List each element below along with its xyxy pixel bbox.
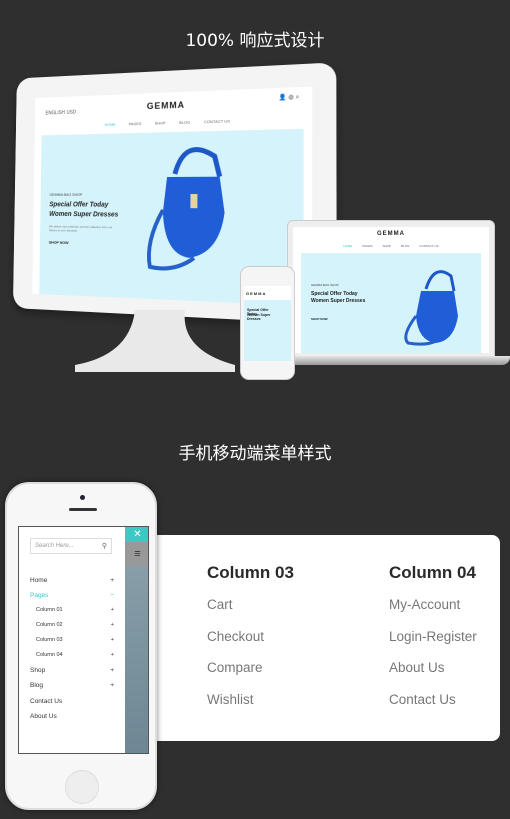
hero-tag: GEMMA BAG SHOP bbox=[49, 192, 83, 197]
mega-menu-card: Column 03 Cart Checkout Compare Wishlist… bbox=[150, 535, 500, 741]
logo: GEMMA bbox=[377, 231, 405, 237]
small-phone-mockup: GEMMA Special Offer Today Women Super Dr… bbox=[240, 266, 295, 380]
camera bbox=[80, 495, 85, 500]
hero-title-2: Women Super Dresses bbox=[311, 298, 366, 304]
nav-contact[interactable]: CONTACT US bbox=[204, 118, 230, 124]
menu-item-column-03[interactable]: Column 03 + bbox=[36, 637, 114, 643]
nav-pages[interactable]: PAGES bbox=[362, 244, 372, 248]
menu-item-blog[interactable]: Blog + bbox=[30, 682, 114, 689]
search-input[interactable]: Search Here... ⚲ bbox=[30, 538, 112, 554]
column-title: Column 04 bbox=[389, 563, 476, 582]
hero-title-1: Special Offer Today bbox=[311, 291, 358, 297]
logo: GEMMA bbox=[146, 99, 185, 112]
search-icon[interactable]: ⚲ bbox=[102, 542, 107, 550]
mobile-menu: Search Here... ⚲ Home + Pages − Column 01 + … bbox=[19, 527, 125, 753]
close-icon[interactable]: ✕ bbox=[125, 527, 148, 542]
hero-tag: GEMMA BAG SHOP bbox=[311, 283, 339, 287]
link-cart[interactable]: Cart bbox=[207, 597, 294, 629]
link-compare[interactable]: Compare bbox=[207, 660, 294, 692]
link-wishlist[interactable]: Wishlist bbox=[207, 692, 294, 724]
menu-item-contact-us[interactable]: Contact Us bbox=[30, 698, 114, 705]
link-contact-us[interactable]: Contact Us bbox=[389, 692, 477, 724]
menu-item-column-01[interactable]: Column 01 + bbox=[36, 607, 114, 613]
menu-item-about-us[interactable]: About Us bbox=[30, 713, 114, 720]
link-checkout[interactable]: Checkout bbox=[207, 629, 294, 661]
laptop-mockup: GEMMA HOME PAGES SHOP BLOG CONTACT US GEMMA … bbox=[287, 220, 495, 358]
menu-item-pages[interactable]: Pages − bbox=[30, 592, 114, 599]
home-button bbox=[65, 770, 99, 804]
nav-home[interactable]: HOME bbox=[104, 122, 115, 127]
menu-column-04: Column 04 My-Account Login-Register Abou… bbox=[389, 563, 477, 723]
link-about-us[interactable]: About Us bbox=[389, 660, 477, 692]
nav-blog[interactable]: BLOG bbox=[401, 244, 409, 248]
phone-screen: ✕ ≡ Search Here... ⚲ Home + Pages − Column … bbox=[18, 526, 149, 754]
speaker bbox=[69, 508, 97, 511]
menu-item-shop[interactable]: Shop + bbox=[30, 667, 114, 674]
logo: GEMMA bbox=[246, 291, 267, 296]
handbag-image bbox=[404, 270, 458, 346]
handbag-image bbox=[135, 130, 245, 285]
hero-title-1: Special Offer Today bbox=[49, 201, 109, 209]
phone-mockup: ✕ ≡ Search Here... ⚲ Home + Pages − Column … bbox=[5, 482, 157, 810]
shop-now-button[interactable]: SHOP NOW bbox=[311, 317, 328, 321]
menu-column-03: Column 03 Cart Checkout Compare Wishlist bbox=[207, 563, 294, 723]
nav-pages[interactable]: PAGES bbox=[129, 121, 142, 126]
nav-shop[interactable]: SHOP bbox=[383, 244, 392, 248]
page-behind-menu: ✕ ≡ bbox=[125, 527, 148, 753]
nav-blog[interactable]: BLOG bbox=[179, 120, 190, 125]
monitor-stand bbox=[75, 310, 235, 372]
heading-mobile-menu: 手机移动端菜单样式 bbox=[178, 444, 332, 464]
shop-now-button[interactable]: SHOP NOW bbox=[49, 240, 69, 245]
cart-icon[interactable]: 👤 ◍ ⌕ bbox=[279, 93, 300, 102]
nav-home[interactable]: HOME bbox=[343, 244, 352, 248]
hero-title-2: Women Super Dresses bbox=[49, 211, 119, 219]
laptop-base bbox=[268, 356, 510, 365]
link-my-account[interactable]: My-Account bbox=[389, 597, 477, 629]
hero-banner: GEMMA BAG SHOP Special Offer Today Women… bbox=[301, 253, 481, 353]
menu-item-home[interactable]: Home + bbox=[30, 577, 114, 584]
heading-responsive: 100% 响应式设计 bbox=[185, 31, 325, 51]
menu-item-column-02[interactable]: Column 02 + bbox=[36, 622, 114, 628]
menu-item-column-04[interactable]: Column 04 + bbox=[36, 652, 114, 658]
hero-banner: Special Offer Today Women Super Dresses bbox=[244, 300, 291, 361]
nav-contact[interactable]: CONTACT US bbox=[419, 244, 438, 248]
hero-title-2: Women Super Dresses bbox=[247, 313, 271, 321]
column-title: Column 03 bbox=[207, 563, 294, 582]
link-login-register[interactable]: Login-Register bbox=[389, 629, 477, 661]
hamburger-icon[interactable]: ≡ bbox=[125, 542, 148, 566]
nav-shop[interactable]: SHOP bbox=[155, 120, 166, 125]
hero-subtitle: We deliver new collection and hot collec… bbox=[48, 224, 113, 233]
